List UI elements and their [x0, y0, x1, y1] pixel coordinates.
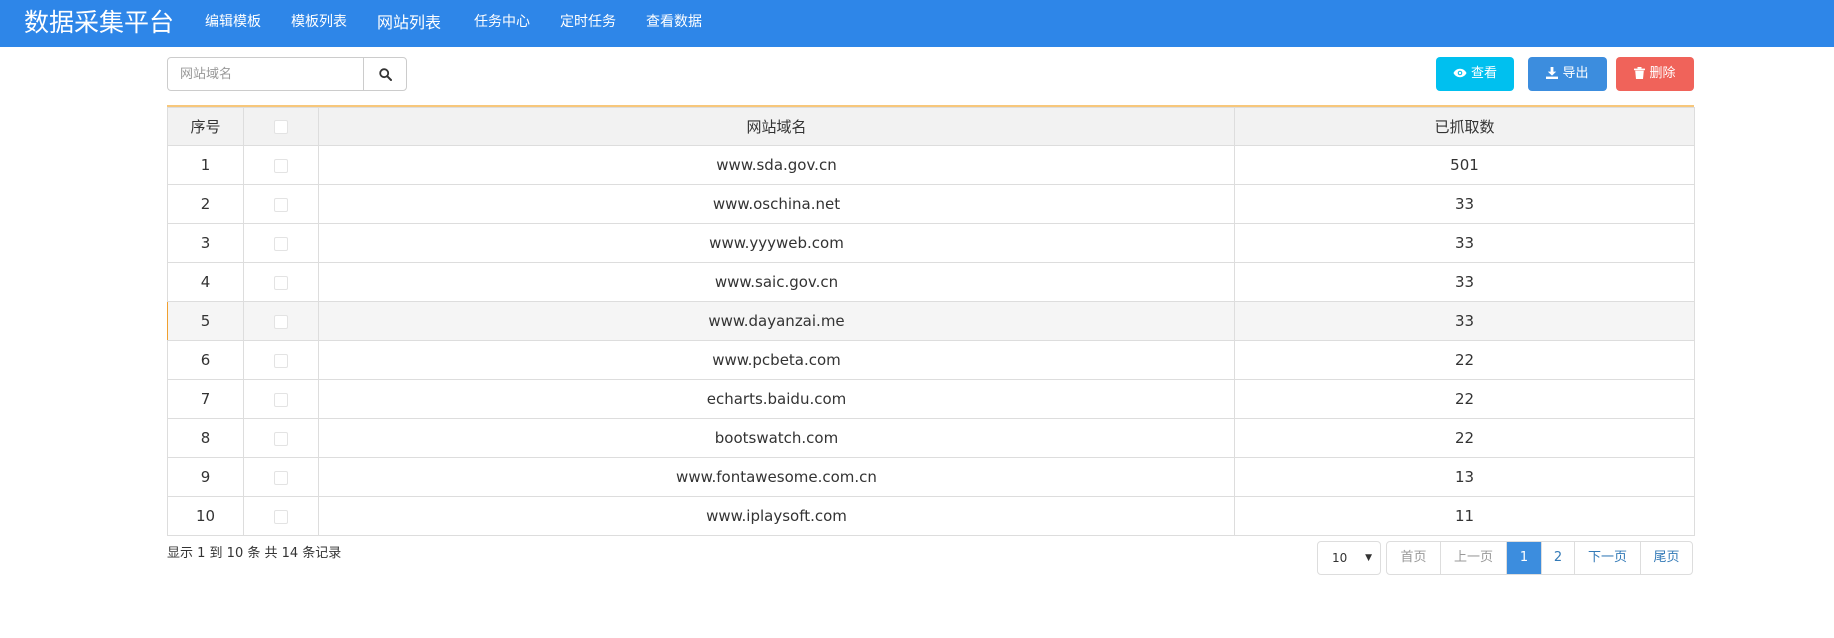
view-button-label: 查看 — [1470, 66, 1497, 81]
row-checkbox[interactable] — [274, 431, 288, 446]
row-select[interactable] — [243, 496, 319, 536]
view-button[interactable]: 查看 — [1436, 57, 1514, 91]
table-row[interactable]: 10 www.iplaysoft.com 11 — [167, 496, 1695, 536]
table-header-row: 序号 网站域名 已抓取数 — [167, 107, 1695, 146]
row-checkbox[interactable] — [274, 353, 288, 368]
page-prev[interactable]: 上一页 — [1440, 542, 1506, 574]
export-button[interactable]: 导出 — [1528, 57, 1607, 91]
row-checkbox[interactable] — [274, 314, 288, 329]
page-next[interactable]: 下一页 — [1574, 542, 1640, 574]
table-row[interactable]: 1 www.sda.gov.cn 501 — [167, 145, 1695, 185]
page-last[interactable]: 尾页 — [1640, 542, 1692, 574]
row-count: 22 — [1234, 340, 1695, 380]
pagination-summary: 显示 1 到 10 条 共 14 条记录 — [167, 546, 342, 561]
eye-icon — [1453, 68, 1467, 77]
row-select[interactable] — [243, 418, 319, 458]
row-checkbox[interactable] — [274, 158, 288, 173]
row-domain: www.dayanzai.me — [318, 301, 1235, 341]
row-domain: echarts.baidu.com — [318, 379, 1235, 419]
trash-icon — [1634, 66, 1646, 79]
pagination: 首页 上一页 1 2 下一页 尾页 — [1386, 541, 1693, 575]
row-select[interactable] — [243, 379, 319, 419]
col-header-index: 序号 — [167, 107, 244, 146]
row-index: 8 — [167, 418, 244, 458]
row-checkbox[interactable] — [274, 470, 288, 485]
nav-item-task-center[interactable]: 任务中心 — [474, 0, 530, 47]
row-checkbox[interactable] — [274, 197, 288, 212]
row-select[interactable] — [243, 145, 319, 185]
row-select[interactable] — [243, 262, 319, 302]
table-row[interactable]: 6 www.pcbeta.com 22 — [167, 340, 1695, 380]
col-header-select[interactable] — [243, 107, 319, 146]
row-domain: www.oschina.net — [318, 184, 1235, 224]
row-index: 10 — [167, 496, 244, 536]
row-count: 11 — [1234, 496, 1695, 536]
table-row[interactable]: 3 www.yyyweb.com 33 — [167, 223, 1695, 263]
nav-item-edit-template[interactable]: 编辑模板 — [205, 0, 261, 47]
row-index: 9 — [167, 457, 244, 497]
site-table: 序号 网站域名 已抓取数 1 www.sda.gov.cn 501 2 www.… — [167, 105, 1695, 536]
row-domain: www.iplaysoft.com — [318, 496, 1235, 536]
search-input[interactable] — [167, 57, 364, 91]
row-index: 7 — [167, 379, 244, 419]
row-count: 501 — [1234, 145, 1695, 185]
row-index: 5 — [167, 301, 244, 341]
export-button-label: 导出 — [1562, 66, 1589, 81]
search-button[interactable] — [363, 57, 407, 91]
row-checkbox[interactable] — [274, 509, 288, 524]
row-domain: www.pcbeta.com — [318, 340, 1235, 380]
page-size-select[interactable]: 10 ▼ — [1317, 541, 1381, 575]
page-number-2[interactable]: 2 — [1541, 542, 1574, 574]
delete-button-label: 删除 — [1649, 66, 1676, 81]
row-domain: www.yyyweb.com — [318, 223, 1235, 263]
table-row[interactable]: 7 echarts.baidu.com 22 — [167, 379, 1695, 419]
row-index: 4 — [167, 262, 244, 302]
row-index: 6 — [167, 340, 244, 380]
col-header-count: 已抓取数 — [1234, 107, 1695, 146]
row-count: 13 — [1234, 457, 1695, 497]
table-row[interactable]: 4 www.saic.gov.cn 33 — [167, 262, 1695, 302]
delete-button[interactable]: 删除 — [1616, 57, 1694, 91]
page-first[interactable]: 首页 — [1387, 542, 1440, 574]
row-domain: bootswatch.com — [318, 418, 1235, 458]
row-count: 33 — [1234, 262, 1695, 302]
row-select[interactable] — [243, 223, 319, 263]
page-size-value: 10 — [1332, 551, 1348, 565]
row-domain: www.fontawesome.com.cn — [318, 457, 1235, 497]
row-count: 22 — [1234, 379, 1695, 419]
table-row[interactable]: 9 www.fontawesome.com.cn 13 — [167, 457, 1695, 497]
nav-item-site-list[interactable]: 网站列表 — [377, 0, 441, 47]
row-count: 33 — [1234, 184, 1695, 224]
table-row[interactable]: 2 www.oschina.net 33 — [167, 184, 1695, 224]
app-title: 数据采集平台 — [24, 8, 175, 37]
row-select[interactable] — [243, 301, 319, 341]
row-index: 3 — [167, 223, 244, 263]
col-header-domain: 网站域名 — [318, 107, 1235, 146]
caret-down-icon: ▼ — [1365, 553, 1372, 563]
download-icon — [1546, 66, 1559, 79]
nav-item-view-data[interactable]: 查看数据 — [646, 0, 702, 47]
search-icon — [379, 68, 392, 81]
row-count: 22 — [1234, 418, 1695, 458]
search-group — [167, 57, 407, 91]
table-row[interactable]: 8 bootswatch.com 22 — [167, 418, 1695, 458]
row-checkbox[interactable] — [274, 275, 288, 290]
nav-item-template-list[interactable]: 模板列表 — [291, 0, 347, 47]
row-domain: www.sda.gov.cn — [318, 145, 1235, 185]
nav-item-scheduled-tasks[interactable]: 定时任务 — [560, 0, 616, 47]
row-select[interactable] — [243, 184, 319, 224]
row-select[interactable] — [243, 457, 319, 497]
row-index: 2 — [167, 184, 244, 224]
row-domain: www.saic.gov.cn — [318, 262, 1235, 302]
page-number-1[interactable]: 1 — [1506, 542, 1541, 574]
top-navbar: 数据采集平台 编辑模板 模板列表 网站列表 任务中心 定时任务 查看数据 — [0, 0, 1834, 47]
row-count: 33 — [1234, 223, 1695, 263]
table-row[interactable]: 5 www.dayanzai.me 33 — [167, 301, 1695, 341]
row-checkbox[interactable] — [274, 392, 288, 407]
row-checkbox[interactable] — [274, 236, 288, 251]
row-index: 1 — [167, 145, 244, 185]
row-count: 33 — [1234, 301, 1695, 341]
row-select[interactable] — [243, 340, 319, 380]
select-all-checkbox[interactable] — [274, 120, 288, 134]
